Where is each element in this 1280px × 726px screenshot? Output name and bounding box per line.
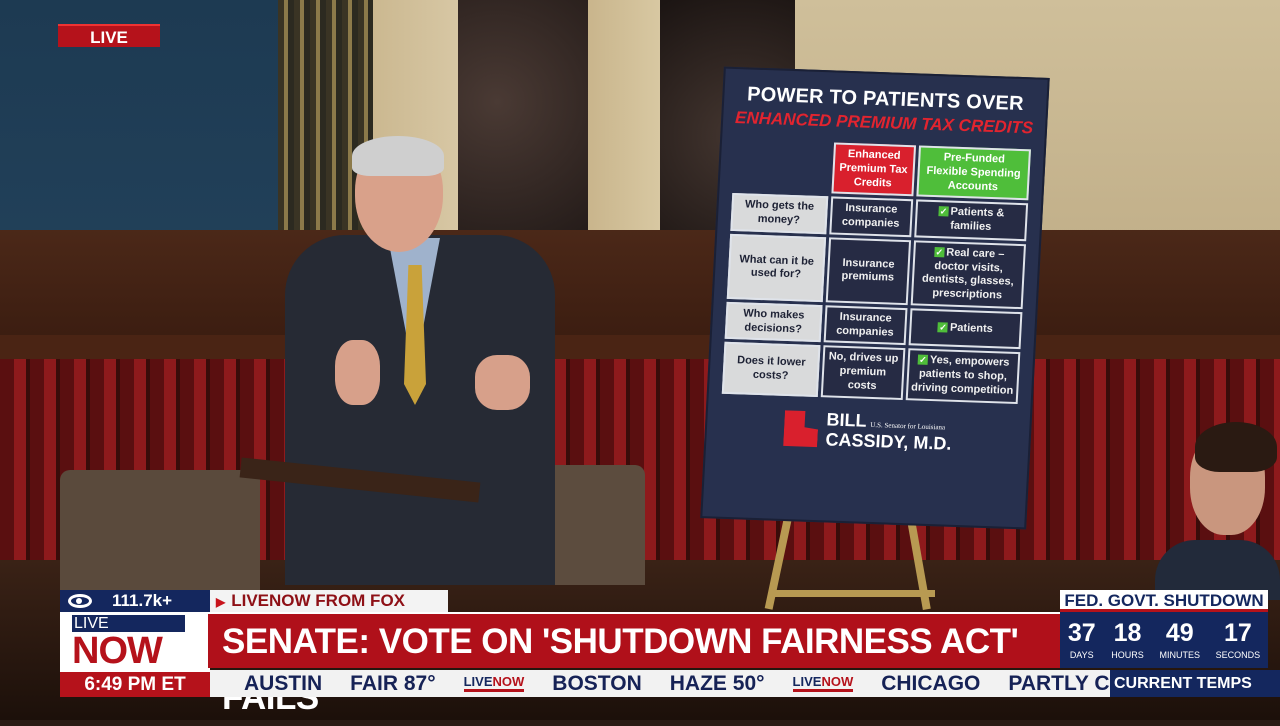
ticker-livenow-logo: LIVENOW	[792, 674, 854, 692]
checkmark-icon: ✓	[934, 246, 945, 258]
speaker-hand	[475, 355, 530, 410]
row-question: What can it be used for?	[726, 233, 826, 302]
eptc-cell: Insurance companies	[823, 305, 908, 346]
table-row: Who gets the money? Insurance companies …	[730, 193, 1029, 241]
ticker-condition: PARTLY C	[1008, 671, 1110, 695]
checkmark-icon: ✓	[917, 354, 929, 366]
countdown-seconds: 17 SECONDS	[1216, 620, 1261, 668]
speaker-hair	[352, 136, 444, 176]
eptc-cell: No, drives up premium costs	[820, 345, 906, 400]
easel-bar	[770, 590, 935, 597]
ticker-logo-live: LIVE	[792, 674, 822, 689]
livenow-logo: LIVE NOW	[60, 612, 210, 672]
live-badge: LIVE	[58, 24, 160, 47]
fsa-cell: ✓ Yes, empowers patients to shop, driving…	[905, 348, 1021, 404]
senator-first-name: BILL	[826, 408, 868, 431]
countdown-value: 49	[1165, 619, 1194, 647]
table-row: Does it lower costs? No, drives up premi…	[721, 342, 1021, 404]
comparison-poster: POWER TO PATIENTS OVER ENHANCED PREMIUM …	[700, 66, 1050, 530]
fsa-cell: ✓ Patients & families	[913, 199, 1029, 241]
aide-hair	[1195, 422, 1277, 472]
countdown-value: 18	[1113, 619, 1142, 647]
checkmark-icon: ✓	[938, 206, 949, 217]
louisiana-pelican-icon	[783, 410, 819, 447]
table-row: What can it be used for? Insurance premi…	[726, 233, 1027, 309]
countdown-label: DAYS	[1069, 650, 1094, 660]
speaker-hand	[335, 340, 380, 405]
comparison-table: Enhanced Premium Tax Credits Pre-Funded …	[719, 136, 1034, 407]
senator-logo: BILL U.S. Senator for Louisiana CASSIDY, …	[716, 406, 1020, 456]
source-text: LIVENOW FROM FOX	[231, 591, 406, 610]
senate-desk	[60, 470, 260, 590]
play-triangle-icon: ▶	[216, 595, 226, 609]
senator-title: U.S. Senator for Louisiana	[870, 420, 946, 432]
countdown-hours: 18 HOURS	[1111, 620, 1144, 668]
fsa-text: Patients & families	[949, 205, 1005, 234]
countdown-label: SECONDS	[1215, 650, 1261, 660]
eptc-cell: Insurance companies	[828, 196, 913, 237]
row-question: Who gets the money?	[730, 193, 828, 235]
row-question: Who makes decisions?	[724, 301, 823, 343]
countdown-label: MINUTES	[1159, 650, 1200, 660]
current-time: 6:49 PM ET	[60, 672, 210, 697]
eye-icon	[68, 594, 92, 608]
viewer-count-text: 111.7k+	[112, 591, 173, 610]
railing-top	[0, 335, 1280, 359]
table-row: Who makes decisions? Insurance companies…	[724, 301, 1023, 350]
headline: SENATE: VOTE ON 'SHUTDOWN FAIRNESS ACT' …	[208, 612, 1060, 717]
countdown-value: 17	[1223, 619, 1252, 647]
ticker-logo-live: LIVE	[463, 674, 493, 689]
ticker-condition: FAIR 87°	[350, 671, 436, 695]
ticker-logo-now: NOW	[821, 674, 854, 689]
checkmark-icon: ✓	[937, 321, 949, 333]
senator-last-name: CASSIDY, M.D.	[825, 428, 953, 454]
ticker-city: AUSTIN	[244, 671, 323, 695]
countdown-days: 37 DAYS	[1068, 620, 1096, 668]
ticker-condition: HAZE 50°	[669, 671, 765, 695]
wood-panel	[0, 230, 1280, 350]
logo-now-text: NOW	[72, 630, 163, 672]
source-label: ▶ LIVENOW FROM FOX	[210, 590, 448, 612]
ticker-city: BOSTON	[552, 671, 642, 695]
viewer-count: 111.7k+	[60, 590, 210, 612]
weather-ticker: AUSTIN FAIR 87° LIVENOW BOSTON HAZE 50° …	[210, 670, 1110, 697]
column-header-fsa: Pre-Funded Flexible Spending Accounts	[916, 145, 1031, 201]
shutdown-countdown: 37 DAYS 18 HOURS 49 MINUTES 17 SECONDS	[1060, 612, 1268, 668]
row-question: Does it lower costs?	[721, 342, 821, 397]
fsa-cell: ✓ Real care – doctor visits, dentists, gl…	[910, 240, 1027, 309]
countdown-label: HOURS	[1111, 650, 1144, 660]
ticker-label: CURRENT TEMPS	[1110, 670, 1280, 697]
ticker-city: CHICAGO	[881, 671, 981, 695]
countdown-minutes: 49 MINUTES	[1159, 620, 1200, 668]
ticker-livenow-logo: LIVENOW	[463, 674, 525, 692]
countdown-value: 37	[1067, 619, 1096, 647]
fsa-cell: ✓ Patients	[908, 307, 1023, 350]
fsa-text: Patients	[949, 321, 994, 335]
eptc-cell: Insurance premiums	[825, 237, 911, 305]
countdown-title: FED. GOVT. SHUTDOWN	[1060, 590, 1268, 612]
ticker-logo-now: NOW	[492, 674, 525, 689]
column-header-eptc: Enhanced Premium Tax Credits	[831, 142, 916, 197]
